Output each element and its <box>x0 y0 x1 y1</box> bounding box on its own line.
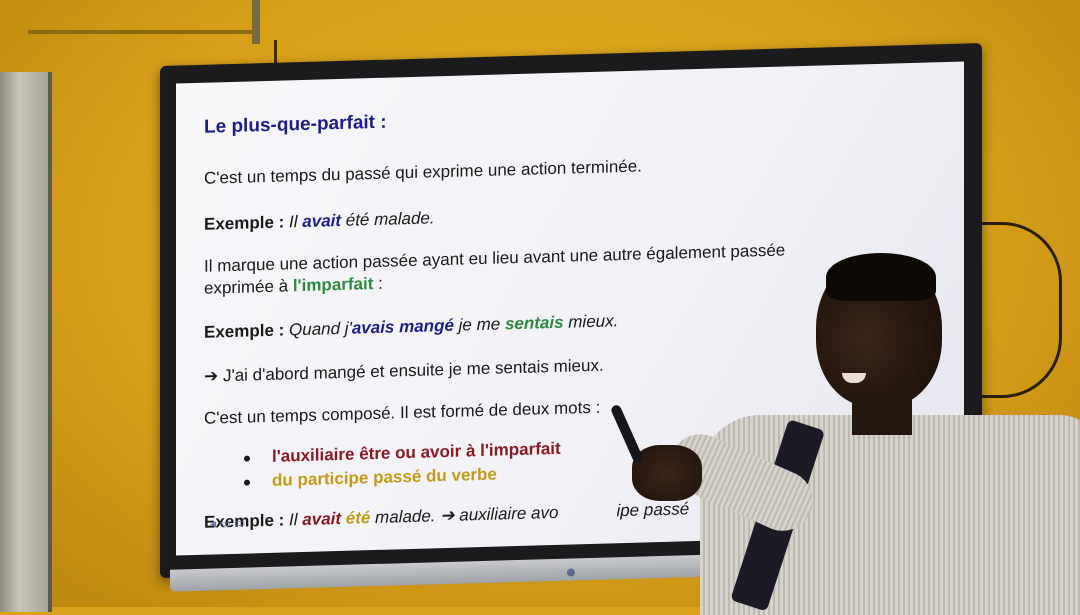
bullet-dot <box>244 455 250 462</box>
composed-text: C'est un temps composé. Il est formé de … <box>204 397 601 428</box>
example-label: Exemple : <box>204 212 290 234</box>
hair <box>826 253 936 301</box>
whiteboard-edge <box>0 72 52 612</box>
arrow-line: ➔ J'ai d'abord mangé et ensuite je me se… <box>204 355 604 386</box>
teacher <box>609 253 1080 615</box>
hand <box>632 445 702 501</box>
bullet-auxiliaire: l'auxiliaire être ou avoir à l'imparfait <box>244 439 561 468</box>
slide-nav-icons[interactable]: ◂ ▭ ▭ <box>210 516 245 531</box>
bullet-dot <box>244 479 250 486</box>
bullet-participe: du participe passé du verbe <box>244 465 497 492</box>
example-3: Exemple : Il avait été malade. ➔ auxilia… <box>204 499 690 532</box>
power-indicator <box>567 568 575 577</box>
example-1: Exemple : Il avait été malade. <box>204 208 435 234</box>
wall-frame-rail <box>28 30 258 34</box>
example-2: Exemple : Quand j'avais mangé je me sent… <box>204 311 619 342</box>
usage-line-2: exprimée à l'imparfait : <box>204 273 383 298</box>
slide-title: Le plus-que-parfait : <box>204 111 387 138</box>
wall-frame-post <box>252 0 260 44</box>
definition-text: C'est un temps du passé qui exprime une … <box>204 156 642 188</box>
